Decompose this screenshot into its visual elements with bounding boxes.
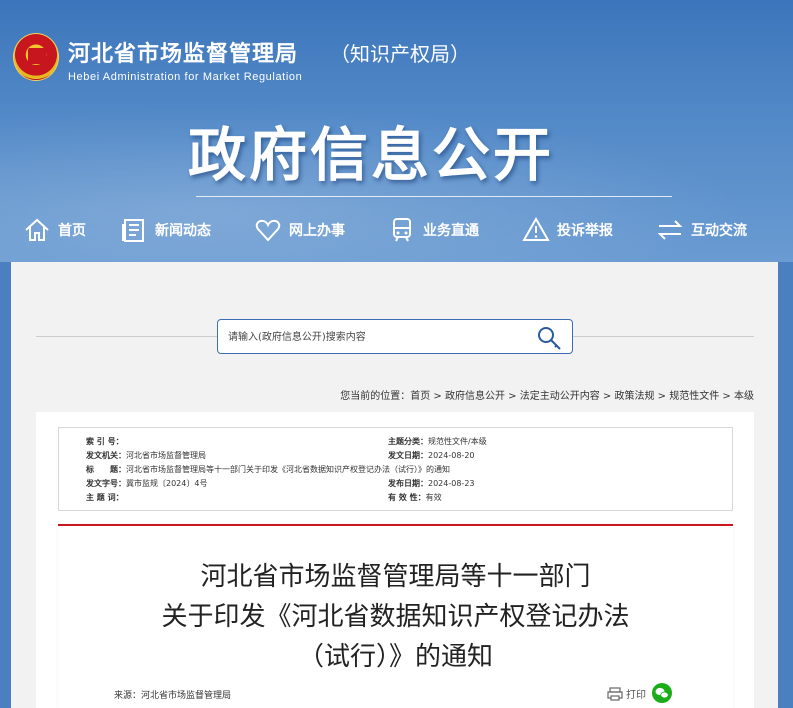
nav-item-interaction[interactable]: 互动交流 — [656, 212, 747, 248]
main-nav: 首页 新闻动态 网上办事 业务直通 投诉举报 互动交流 — [0, 212, 793, 248]
title-underline — [196, 196, 672, 197]
print-label: 打印 — [626, 690, 646, 701]
org-subtitle: （知识产权局） — [330, 42, 470, 66]
meta-title: 标 题：河北省市场监督管理局等十一部门关于印发《河北省数据知识产权登记办法（试行… — [86, 465, 450, 474]
nav-label: 业务直通 — [423, 223, 479, 239]
doc-title-line1: 河北省市场监督管理局等十一部门 — [200, 562, 591, 592]
breadcrumb-link[interactable]: 规范性文件 — [669, 391, 719, 402]
breadcrumb-link[interactable]: 政策法规 — [615, 391, 655, 402]
breadcrumb-sep: > — [430, 391, 445, 402]
search-icon[interactable] — [536, 325, 562, 351]
nav-label: 投诉举报 — [557, 223, 613, 239]
news-icon — [122, 219, 144, 242]
wechat-glyph — [655, 687, 669, 699]
search-box — [217, 319, 573, 354]
print-button[interactable]: 打印 — [607, 686, 646, 701]
search-input[interactable] — [228, 328, 518, 346]
org-title: 河北省市场监督管理局 — [68, 42, 299, 67]
breadcrumb: 您当前的位置：首页 > 政府信息公开 > 法定主动公开内容 > 政策法规 > 规… — [340, 387, 754, 402]
warning-icon — [522, 216, 550, 241]
breadcrumb-sep: > — [719, 391, 734, 402]
nav-label: 互动交流 — [691, 223, 747, 239]
wechat-share-icon[interactable] — [652, 683, 672, 703]
train-icon — [393, 218, 411, 242]
nav-label: 首页 — [58, 223, 86, 239]
meta-date: 发文日期：2024-08-20 — [388, 451, 475, 460]
breadcrumb-sep: > — [599, 391, 615, 402]
nav-item-home[interactable]: 首页 — [23, 212, 86, 248]
divider — [36, 336, 217, 337]
national-emblem-icon — [13, 33, 59, 81]
divider — [573, 336, 754, 337]
breadcrumb-sep: > — [505, 391, 520, 402]
breadcrumb-link[interactable]: 首页 — [410, 391, 430, 402]
nav-item-complaint[interactable]: 投诉举报 — [522, 212, 613, 248]
doc-source: 来源：河北省市场监督管理局 — [114, 691, 232, 701]
doc-title-line3: （试行）》的通知 — [297, 642, 493, 672]
printer-icon — [607, 686, 623, 701]
meta-validity: 有 效 性：有效 — [388, 493, 442, 502]
breadcrumb-link[interactable]: 本级 — [734, 391, 754, 402]
breadcrumb-link[interactable]: 法定主动公开内容 — [520, 391, 600, 402]
meta-pub-date: 发布日期：2024-08-23 — [388, 479, 475, 488]
page-title: 政府信息公开 — [188, 121, 555, 189]
nav-item-news[interactable]: 新闻动态 — [120, 212, 211, 248]
doc-title-line2: 关于印发《河北省数据知识产权登记办法 — [161, 602, 630, 632]
org-english-name: Hebei Administration for Market Regulati… — [68, 71, 303, 83]
meta-category: 主题分类：规范性文件/本级 — [388, 437, 487, 446]
exchange-icon — [657, 220, 683, 240]
nav-label: 新闻动态 — [155, 223, 211, 239]
nav-item-business[interactable]: 业务直通 — [388, 212, 479, 248]
heart-icon — [255, 219, 281, 242]
meta-index: 索 引 号： — [86, 437, 124, 446]
meta-issuer: 发文机关：河北省市场监督管理局 — [86, 451, 206, 460]
breadcrumb-sep: > — [654, 391, 670, 402]
breadcrumb-link[interactable]: 政府信息公开 — [445, 391, 505, 402]
meta-theme: 主 题 词： — [86, 493, 124, 502]
site-header: 河北省市场监督管理局 （知识产权局） Hebei Administration … — [0, 0, 793, 262]
meta-docno: 发文字号：冀市监规〔2024〕4号 — [86, 479, 208, 488]
breadcrumb-prefix: 您当前的位置： — [340, 391, 411, 402]
home-icon — [25, 218, 49, 241]
nav-label: 网上办事 — [289, 223, 345, 239]
nav-item-online-service[interactable]: 网上办事 — [254, 212, 345, 248]
